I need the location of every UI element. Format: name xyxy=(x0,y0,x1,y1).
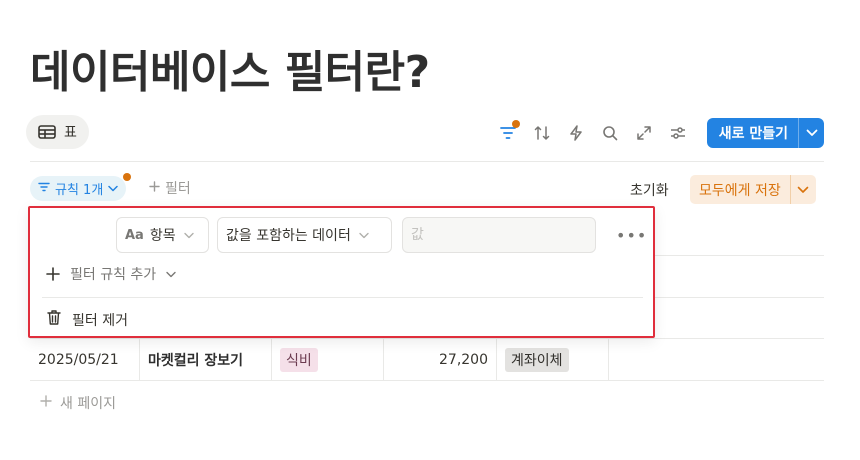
new-button-label[interactable]: 새로 만들기 xyxy=(707,118,798,148)
category-cell[interactable]: 식비 xyxy=(272,339,384,380)
property-select-label: 항목 xyxy=(149,228,176,244)
category-tag: 식비 xyxy=(280,347,318,372)
filter-icon xyxy=(38,181,50,196)
empty-cell[interactable] xyxy=(609,339,824,380)
condition-select-label: 값을 포함하는 데이터 xyxy=(226,228,351,244)
table-icon xyxy=(38,125,56,139)
filter-popup: Aa 항목 값을 포함하는 데이터 ••• 필터 규칙 추가 필터 제거 xyxy=(28,206,655,338)
save-for-all-label[interactable]: 모두에게 저장 xyxy=(690,175,790,204)
filter-active-dot xyxy=(123,173,132,181)
table-row[interactable]: 2025/05/21 마켓컬리 장보기 식비 27,200 계좌이체 xyxy=(30,339,824,381)
filter-value-input[interactable] xyxy=(402,217,596,253)
filter-rule-chip-label: 규칙 1개 xyxy=(55,183,104,198)
plus-icon xyxy=(149,180,160,196)
save-for-all-button[interactable]: 모두에게 저장 xyxy=(690,175,816,204)
trash-icon xyxy=(46,309,62,330)
more-options-icon[interactable]: ••• xyxy=(616,226,647,245)
remove-filter-label: 필터 제거 xyxy=(72,312,128,329)
date-cell[interactable]: 2025/05/21 xyxy=(30,339,140,380)
chevron-down-icon xyxy=(108,181,119,196)
remove-filter-button[interactable]: 필터 제거 xyxy=(46,309,128,330)
view-tab-label: 표 xyxy=(64,125,77,141)
amount-cell[interactable]: 27,200 xyxy=(384,339,497,380)
chevron-down-icon xyxy=(359,227,369,243)
divider xyxy=(30,161,824,162)
plus-icon xyxy=(40,395,52,411)
payment-cell[interactable]: 계좌이체 xyxy=(497,339,609,380)
plus-icon xyxy=(46,264,60,284)
chevron-down-icon[interactable] xyxy=(798,118,824,148)
lightning-icon[interactable] xyxy=(561,118,591,148)
new-button[interactable]: 새로 만들기 xyxy=(706,118,824,148)
filter-icon[interactable] xyxy=(493,118,523,148)
search-icon[interactable] xyxy=(595,118,625,148)
filter-active-dot xyxy=(511,120,520,128)
chevron-down-icon xyxy=(166,266,176,282)
view-tab-table[interactable]: 표 xyxy=(26,115,89,149)
new-page-button[interactable]: 새 페이지 xyxy=(40,393,116,413)
settings-icon[interactable] xyxy=(663,118,693,148)
add-filter-rule-button[interactable]: 필터 규칙 추가 xyxy=(46,264,176,284)
page-title: 데이터베이스 필터란? xyxy=(30,47,430,98)
add-filter-rule-label: 필터 규칙 추가 xyxy=(70,267,157,283)
toolbar: 새로 만들기 xyxy=(493,118,824,148)
item-cell[interactable]: 마켓컬리 장보기 xyxy=(140,339,272,380)
add-filter-button[interactable]: 필터 xyxy=(149,178,191,198)
property-select[interactable]: Aa 항목 xyxy=(116,217,209,253)
add-filter-label: 필터 xyxy=(165,181,191,197)
new-page-label: 새 페이지 xyxy=(60,396,116,412)
expand-icon[interactable] xyxy=(629,118,659,148)
condition-select[interactable]: 값을 포함하는 데이터 xyxy=(217,217,392,253)
chevron-down-icon xyxy=(183,227,194,243)
reset-button[interactable]: 초기화 xyxy=(630,180,669,200)
chevron-down-icon[interactable] xyxy=(789,175,816,204)
text-property-icon: Aa xyxy=(125,227,144,243)
divider xyxy=(42,297,643,298)
filter-rule-chip[interactable]: 규칙 1개 xyxy=(30,173,132,201)
sort-icon[interactable] xyxy=(527,118,557,148)
payment-tag: 계좌이체 xyxy=(505,347,569,372)
